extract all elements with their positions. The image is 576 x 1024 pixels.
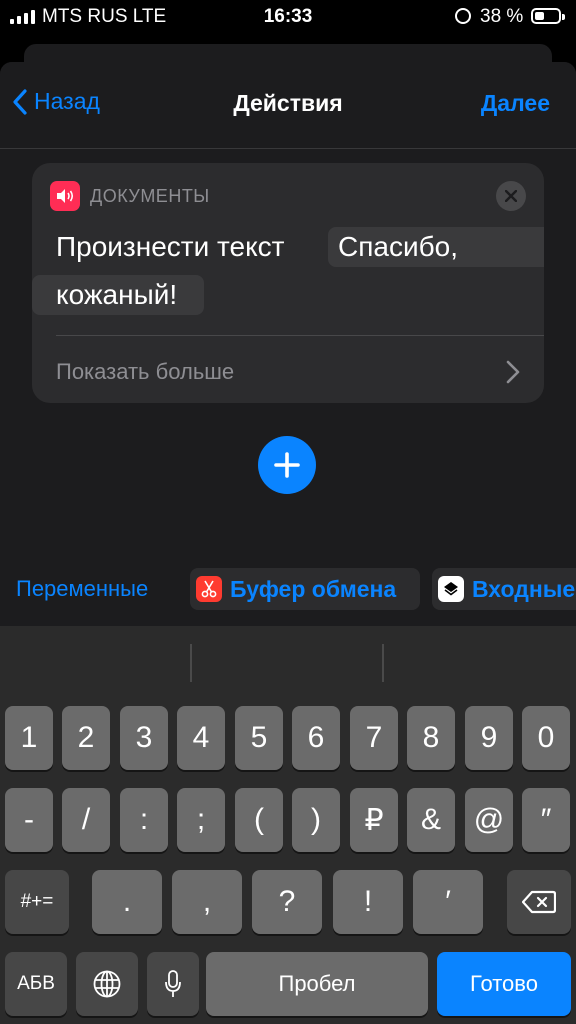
key-slash[interactable]: / [62,788,110,852]
key-semicolon[interactable]: ; [177,788,225,852]
key-open-paren[interactable]: ( [235,788,283,852]
key-dash[interactable]: - [5,788,53,852]
key-close-paren[interactable]: ) [292,788,340,852]
add-action-button[interactable] [258,436,316,494]
speaker-icon [50,181,80,211]
clipboard-variable-chip[interactable]: Буфер обмена [190,568,420,610]
globe-key[interactable] [76,952,138,1016]
plus-icon [274,452,300,478]
show-more-button[interactable]: Показать больше [56,359,234,385]
rotation-lock-icon [455,8,471,24]
space-key[interactable]: Пробел [206,952,428,1016]
key-colon[interactable]: : [120,788,168,852]
key-8[interactable]: 8 [407,706,455,770]
input-variable-chip[interactable]: Входные [432,568,576,610]
input-label: Входные [472,575,576,602]
done-key[interactable]: Готово [437,952,571,1016]
key-2[interactable]: 2 [62,706,110,770]
key-exclamation[interactable]: ! [333,870,403,934]
battery-icon [531,8,565,24]
chevron-right-icon [506,360,520,384]
scissors-icon [196,576,222,602]
key-3[interactable]: 3 [120,706,168,770]
action-list: ДОКУМЕНТЫ Произнести текст Спасибо, кожа… [0,149,576,554]
key-question[interactable]: ? [252,870,322,934]
key-1[interactable]: 1 [5,706,53,770]
key-6[interactable]: 6 [292,706,340,770]
text-parameter-token-continued[interactable]: кожаный! [32,275,204,315]
key-at[interactable]: @ [465,788,513,852]
next-button[interactable]: Далее [481,90,550,117]
suggestion-divider [190,644,192,682]
text-parameter-token[interactable]: Спасибо, [328,227,544,267]
divider [56,335,544,336]
key-more-symbols[interactable]: #+= [5,870,69,934]
key-0[interactable]: 0 [522,706,570,770]
speak-text-action-card[interactable]: ДОКУМЕНТЫ Произнести текст Спасибо, кожа… [32,163,544,403]
action-category-label: ДОКУМЕНТЫ [90,186,210,206]
variables-button[interactable]: Переменные [16,576,148,602]
battery-percent: 38 % [480,6,524,27]
key-ampersand[interactable]: & [407,788,455,852]
key-apostrophe[interactable]: ′ [413,870,483,934]
delete-key[interactable] [507,870,571,934]
close-icon [505,190,517,202]
key-quote[interactable]: ″ [522,788,570,852]
variables-bar: Переменные Буфер обмена Входные [0,554,576,626]
key-period[interactable]: . [92,870,162,934]
suggestion-divider [382,644,384,682]
clipboard-label: Буфер обмена [230,575,397,602]
key-5[interactable]: 5 [235,706,283,770]
keyboard: 1 2 3 4 5 6 7 8 9 0 - / : ; ( ) ₽ & @ ″ … [0,626,576,1024]
key-9[interactable]: 9 [465,706,513,770]
key-7[interactable]: 7 [350,706,398,770]
layers-icon [438,576,464,602]
key-abc[interactable]: АБВ [5,952,67,1016]
backspace-icon [522,890,556,914]
key-ruble[interactable]: ₽ [350,788,398,852]
remove-action-button[interactable] [496,181,526,211]
microphone-icon [165,970,181,997]
navigation-bar: Назад Действия Далее [0,62,576,149]
action-title: Произнести текст [56,231,285,262]
status-bar: MTS RUS LTE 16:33 38 % [0,0,576,34]
key-4[interactable]: 4 [177,706,225,770]
dictation-key[interactable] [147,952,199,1016]
key-comma[interactable]: , [172,870,242,934]
globe-icon [93,970,121,998]
